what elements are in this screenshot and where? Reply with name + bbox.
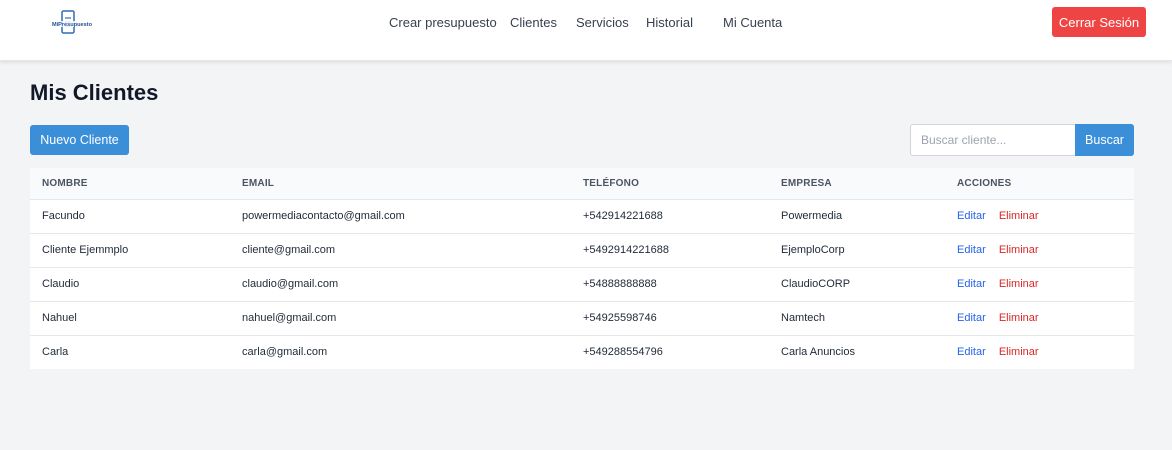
cell-empresa: ClaudioCORP (781, 278, 851, 290)
cell-empresa: EjemploCorp (781, 244, 845, 256)
edit-link[interactable]: Editar (957, 312, 986, 324)
navbar: MiPresupuesto Crear presupuesto Clientes… (0, 0, 1172, 61)
cell-empresa: Namtech (781, 312, 826, 324)
logout-button[interactable]: Cerrar Sesión (1052, 7, 1146, 37)
delete-link[interactable]: Eliminar (999, 346, 1039, 358)
edit-link[interactable]: Editar (957, 210, 986, 222)
table-row: Cliente Ejemmplo cliente@gmail.com +5492… (30, 233, 1134, 267)
cell-acciones: Editar Eliminar (945, 301, 1134, 335)
cell-acciones: Editar Eliminar (945, 267, 1134, 301)
cell-email: carla@gmail.com (242, 346, 328, 359)
cell-email: nahuel@gmail.com (242, 312, 337, 324)
table-header-row: NOMBRE EMAIL TELÉFONO EMPRESA ACCIONES (30, 168, 1134, 200)
column-header-empresa: EMPRESA (769, 168, 945, 200)
new-client-button[interactable]: Nuevo Cliente (30, 125, 129, 155)
cell-acciones: Editar Eliminar (945, 199, 1134, 233)
delete-link[interactable]: Eliminar (999, 312, 1039, 324)
cell-email: powermediacontacto@gmail.com (242, 210, 405, 222)
nav-link-mi-cuenta[interactable]: Mi Cuenta (723, 15, 782, 30)
table-row: Claudio claudio@gmail.com +54888888888 C… (30, 267, 1134, 301)
cell-empresa: Powermedia (781, 210, 843, 222)
search-input[interactable] (910, 124, 1076, 156)
nav-link-clientes[interactable]: Clientes (510, 15, 557, 30)
table-row: Facundo powermediacontacto@gmail.com +54… (30, 199, 1134, 233)
page-title: Mis Clientes (30, 80, 159, 105)
edit-link[interactable]: Editar (957, 278, 986, 290)
column-header-nombre: NOMBRE (30, 168, 230, 200)
delete-link[interactable]: Eliminar (999, 278, 1039, 290)
cell-telefono: +549288554796 (583, 346, 663, 359)
nav-links: Crear presupuesto Clientes Servicios His… (0, 0, 1172, 46)
column-header-email: EMAIL (230, 168, 571, 200)
nav-link-servicios[interactable]: Servicios (576, 15, 629, 30)
cell-nombre: Facundo (42, 210, 85, 222)
cell-nombre: Nahuel (42, 312, 77, 324)
delete-link[interactable]: Eliminar (999, 244, 1039, 256)
cell-telefono: +542914221688 (583, 210, 663, 222)
table-row: Carla carla@gmail.com +549288554796 Carl… (30, 335, 1134, 369)
cell-acciones: Editar Eliminar (945, 335, 1134, 369)
nav-link-historial[interactable]: Historial (646, 15, 693, 30)
edit-link[interactable]: Editar (957, 244, 986, 256)
nav-link-crear-presupuesto[interactable]: Crear presupuesto (389, 15, 497, 30)
cell-email: claudio@gmail.com (242, 278, 339, 290)
clients-table: NOMBRE EMAIL TELÉFONO EMPRESA ACCIONES F… (30, 168, 1134, 369)
cell-acciones: Editar Eliminar (945, 233, 1134, 267)
cell-nombre: Carla (42, 346, 69, 359)
cell-telefono: +5492914221688 (583, 244, 669, 256)
cell-nombre: Claudio (42, 278, 80, 290)
table-row: Nahuel nahuel@gmail.com +54925598746 Nam… (30, 301, 1134, 335)
search-button[interactable]: Buscar (1075, 124, 1134, 156)
cell-email: cliente@gmail.com (242, 244, 336, 256)
column-header-telefono: TELÉFONO (571, 168, 769, 200)
cell-telefono: +54888888888 (583, 278, 657, 290)
edit-link[interactable]: Editar (957, 346, 986, 358)
column-header-acciones: ACCIONES (945, 168, 1134, 200)
delete-link[interactable]: Eliminar (999, 210, 1039, 222)
cell-empresa: Carla Anuncios (781, 346, 855, 359)
cell-telefono: +54925598746 (583, 312, 657, 324)
cell-nombre: Cliente Ejemmplo (42, 244, 129, 256)
